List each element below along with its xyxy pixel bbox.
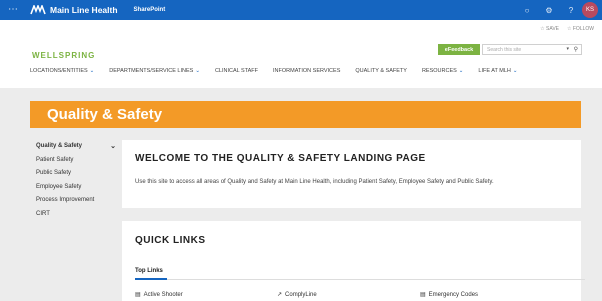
- nav-item-life-at-mlh[interactable]: LIFE AT MLH ⌄: [478, 68, 517, 74]
- notification-icon[interactable]: ○: [516, 6, 538, 15]
- leftnav-item-quality-safety[interactable]: Quality & Safety ⌄: [36, 140, 116, 154]
- app-launcher-icon[interactable]: ⋯: [8, 0, 22, 20]
- chevron-down-icon: ⌄: [195, 68, 200, 74]
- welcome-card: WELCOME TO THE QUALITY & SAFETY LANDING …: [122, 140, 581, 208]
- leftnav-item-public-safety[interactable]: Public Safety: [36, 167, 116, 181]
- efeedback-button[interactable]: eFeedback: [438, 44, 480, 55]
- welcome-heading: WELCOME TO THE QUALITY & SAFETY LANDING …: [135, 153, 426, 164]
- site-logo[interactable]: WELLSPRING: [32, 51, 95, 60]
- chevron-down-icon: ⌄: [512, 68, 518, 74]
- leftnav-item-patient-safety[interactable]: Patient Safety: [36, 154, 116, 168]
- leftnav-item-cirt[interactable]: CIRT: [36, 208, 116, 222]
- search-icon[interactable]: ⚲: [574, 46, 578, 53]
- chevron-down-icon: ⌄: [89, 68, 95, 74]
- leftnav-item-process-improvement[interactable]: Process Improvement: [36, 194, 116, 208]
- search-placeholder: Search this site: [487, 46, 522, 53]
- sharepoint-link[interactable]: SharePoint: [134, 7, 166, 13]
- top-navigation: LOCATIONS/ENTITIES ⌄ DEPARTMENTS/SERVICE …: [30, 68, 533, 74]
- main-line-health-logo-icon: [30, 5, 46, 15]
- quick-link-emergency-codes[interactable]: ▤ Emergency Codes: [420, 291, 478, 298]
- site-header: ☆ SAVE ☆ FOLLOW WELLSPRING eFeedback Sea…: [0, 20, 602, 88]
- brand-name: Main Line Health: [50, 5, 118, 15]
- avatar[interactable]: KS: [582, 2, 598, 18]
- brand-link[interactable]: Main Line Health: [30, 5, 118, 15]
- page-title: Quality & Safety: [47, 106, 163, 123]
- gear-icon[interactable]: ⚙: [538, 6, 560, 15]
- save-button[interactable]: ☆ SAVE: [540, 26, 559, 32]
- nav-item-locations[interactable]: LOCATIONS/ENTITIES ⌄: [30, 68, 94, 74]
- page-banner: Quality & Safety: [30, 101, 581, 128]
- follow-button[interactable]: ☆ FOLLOW: [567, 26, 594, 32]
- left-navigation: Quality & Safety ⌄ Patient Safety Public…: [36, 140, 116, 221]
- chevron-down-icon: ⌄: [458, 68, 464, 74]
- nav-item-resources[interactable]: RESOURCES ⌄: [422, 68, 463, 74]
- leftnav-item-employee-safety[interactable]: Employee Safety: [36, 181, 116, 195]
- search-scope-dropdown-icon[interactable]: ▾: [566, 46, 569, 52]
- chevron-down-icon[interactable]: ⌄: [110, 140, 116, 154]
- follow-label: FOLLOW: [572, 26, 594, 32]
- tab-top-links[interactable]: Top Links: [135, 268, 163, 274]
- link-icon: ↗: [277, 292, 283, 298]
- nav-item-clinical-staff[interactable]: CLINICAL STAFF: [215, 68, 258, 74]
- nav-item-quality-safety[interactable]: QUALITY & SAFETY: [355, 68, 407, 74]
- save-label: SAVE: [546, 26, 559, 32]
- nav-item-departments[interactable]: DEPARTMENTS/SERVICE LINES ⌄: [109, 68, 200, 74]
- quick-links-heading: QUICK LINKS: [135, 235, 206, 246]
- search-input[interactable]: Search this site ▾ ⚲: [482, 44, 582, 55]
- document-icon: ▤: [420, 292, 426, 298]
- suite-bar: ⋯ Main Line Health SharePoint ○ ⚙ ? KS: [0, 0, 602, 20]
- quick-link-complyline[interactable]: ↗ ComplyLine: [277, 291, 317, 298]
- help-icon[interactable]: ?: [560, 6, 582, 15]
- welcome-text: Use this site to access all areas of Qua…: [135, 179, 494, 185]
- active-tab-indicator: [135, 278, 167, 280]
- quick-link-active-shooter[interactable]: ▤ Active Shooter: [135, 291, 183, 298]
- document-icon: ▤: [135, 292, 141, 298]
- quick-links-card: QUICK LINKS Top Links ▤ Active Shooter ↗ C…: [122, 221, 585, 301]
- nav-item-information-services[interactable]: INFORMATION SERVICES: [273, 68, 340, 74]
- tab-divider: [135, 279, 585, 280]
